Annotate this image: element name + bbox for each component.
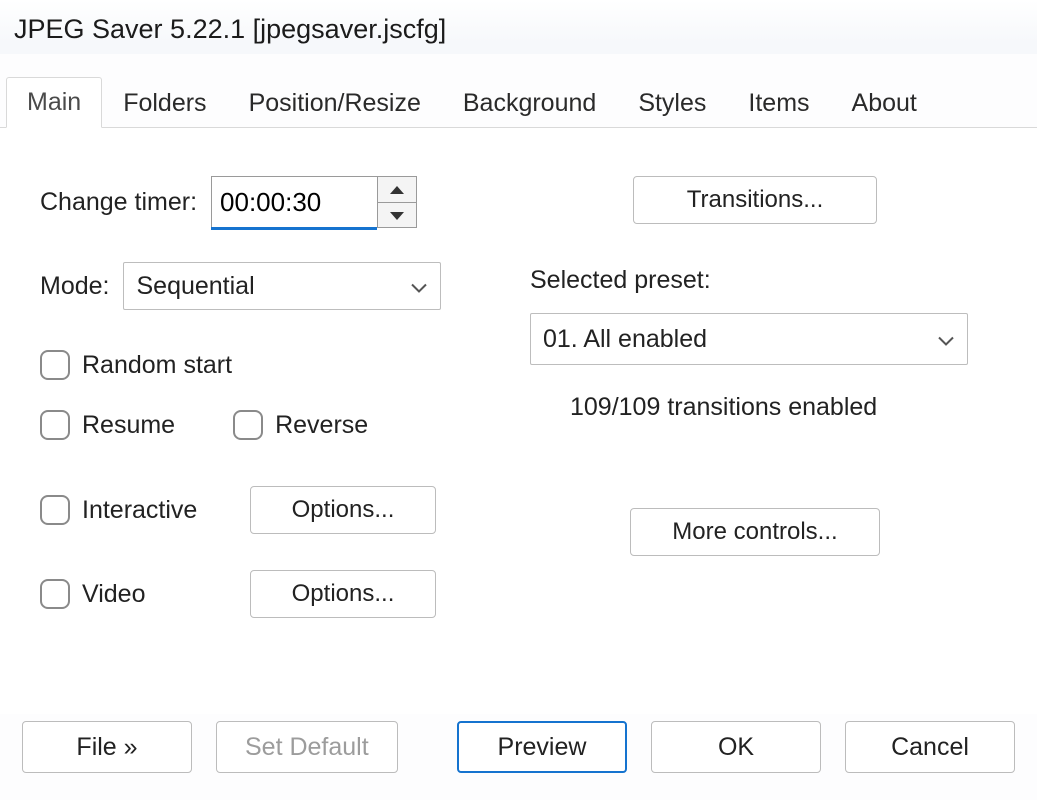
selected-preset-label: Selected preset: — [530, 266, 980, 295]
mode-label: Mode: — [40, 272, 109, 301]
tab-folders[interactable]: Folders — [102, 78, 227, 128]
random-start-checkbox[interactable]: Random start — [40, 350, 232, 380]
tab-position-resize[interactable]: Position/Resize — [228, 78, 442, 128]
spinner-down-button[interactable] — [378, 203, 416, 228]
selected-preset-value: 01. All enabled — [543, 325, 707, 354]
tab-panel-main: Change timer: — [0, 127, 1037, 714]
tab-main[interactable]: Main — [6, 77, 102, 128]
transitions-button[interactable]: Transitions... — [633, 176, 877, 224]
checkbox-box — [40, 495, 70, 525]
transitions-status: 109/109 transitions enabled — [530, 393, 980, 422]
video-label: Video — [82, 580, 146, 609]
reverse-label: Reverse — [275, 411, 368, 440]
tab-strip: Main Folders Position/Resize Background … — [0, 72, 1037, 128]
checkbox-box — [40, 410, 70, 440]
change-timer-spinner[interactable] — [211, 176, 417, 228]
checkbox-box — [40, 579, 70, 609]
video-options-button[interactable]: Options... — [250, 570, 436, 618]
more-controls-button[interactable]: More controls... — [630, 508, 880, 556]
chevron-up-icon — [390, 181, 404, 197]
window-title: JPEG Saver 5.22.1 [jpegsaver.jscfg] — [0, 0, 1037, 54]
chevron-down-icon — [937, 325, 955, 354]
cancel-button[interactable]: Cancel — [845, 721, 1015, 773]
interactive-options-button[interactable]: Options... — [250, 486, 436, 534]
interactive-label: Interactive — [82, 496, 197, 525]
file-button[interactable]: File » — [22, 721, 192, 773]
change-timer-input[interactable] — [211, 176, 377, 228]
tab-about[interactable]: About — [831, 78, 938, 128]
mode-select-value: Sequential — [136, 272, 254, 301]
left-column: Change timer: — [40, 176, 510, 618]
tab-styles[interactable]: Styles — [617, 78, 727, 128]
tab-background[interactable]: Background — [442, 78, 617, 128]
selected-preset-select[interactable]: 01. All enabled — [530, 313, 968, 365]
resume-label: Resume — [82, 411, 175, 440]
preview-button[interactable]: Preview — [457, 721, 627, 773]
set-default-button[interactable]: Set Default — [216, 721, 398, 773]
chevron-down-icon — [410, 272, 428, 301]
ok-button[interactable]: OK — [651, 721, 821, 773]
settings-window: JPEG Saver 5.22.1 [jpegsaver.jscfg] Main… — [0, 0, 1037, 800]
footer-bar: File » Set Default Preview OK Cancel — [0, 714, 1037, 800]
resume-checkbox[interactable]: Resume — [40, 410, 175, 440]
spinner-up-button[interactable] — [378, 177, 416, 203]
random-start-label: Random start — [82, 351, 232, 380]
change-timer-label: Change timer: — [40, 188, 197, 217]
right-column: Transitions... Selected preset: 01. All … — [530, 176, 980, 556]
checkbox-box — [40, 350, 70, 380]
reverse-checkbox[interactable]: Reverse — [233, 410, 368, 440]
interactive-checkbox[interactable]: Interactive — [40, 495, 210, 525]
chevron-down-icon — [390, 207, 404, 223]
mode-select[interactable]: Sequential — [123, 262, 441, 310]
tabs-container: Main Folders Position/Resize Background … — [0, 72, 1037, 714]
video-checkbox[interactable]: Video — [40, 579, 210, 609]
tab-items[interactable]: Items — [727, 78, 830, 128]
checkbox-box — [233, 410, 263, 440]
